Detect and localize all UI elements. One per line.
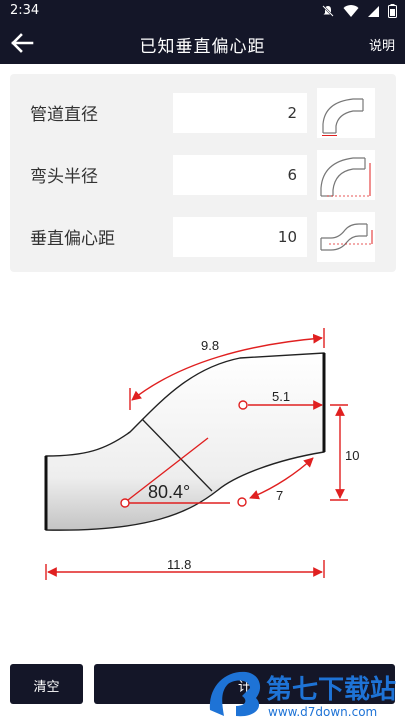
elbow-radius-label: 弯头半径	[30, 167, 98, 187]
status-time: 2:34	[10, 3, 40, 18]
battery-icon	[388, 4, 397, 18]
status-icons	[321, 4, 397, 18]
pipe-diameter-input[interactable]	[173, 93, 307, 133]
radius-label: 7	[276, 488, 283, 503]
help-button[interactable]: 说明	[369, 35, 395, 54]
elbow-radius-row: 弯头半径	[10, 136, 396, 200]
elbow-radius-diagram	[317, 150, 375, 200]
status-bar: 2:34	[0, 0, 405, 22]
watermark-title: 第七下载站	[266, 674, 396, 705]
mute-icon	[322, 5, 334, 17]
angle-label: 80.4°	[148, 482, 190, 502]
pipe-diameter-label: 管道直径	[30, 105, 98, 125]
watermark: 第七下载站 www.d7down.com	[206, 664, 405, 720]
vertical-offset-label: 10	[345, 448, 359, 463]
signal-icon	[368, 5, 379, 17]
top-length-label: 9.8	[201, 338, 219, 353]
pipe-diameter-diagram	[317, 88, 375, 138]
clear-button-label: 清空	[33, 680, 60, 695]
clear-button[interactable]: 清空	[10, 664, 83, 704]
offset-radius-label: 5.1	[272, 389, 290, 404]
bottom-length-label: 11.8	[167, 557, 191, 572]
offset-diagram: 9.8 5.1 10 80.4° 7 11.8	[30, 310, 375, 590]
vertical-offset-diagram	[317, 212, 375, 262]
app-bar: 已知垂直偏心距 说明	[0, 22, 405, 64]
vertical-offset-row: 垂直偏心距	[10, 198, 396, 262]
page-title: 已知垂直偏心距	[139, 37, 266, 57]
elbow-radius-input[interactable]	[173, 155, 307, 195]
watermark-url: www.d7down.com	[268, 705, 377, 719]
wifi-icon	[343, 4, 359, 17]
vertical-offset-input[interactable]	[173, 217, 307, 257]
vertical-offset-label: 垂直偏心距	[30, 229, 115, 249]
input-panel: 管道直径 弯头半径 垂直偏心距	[10, 74, 396, 272]
pipe-diameter-row: 管道直径	[10, 74, 396, 138]
